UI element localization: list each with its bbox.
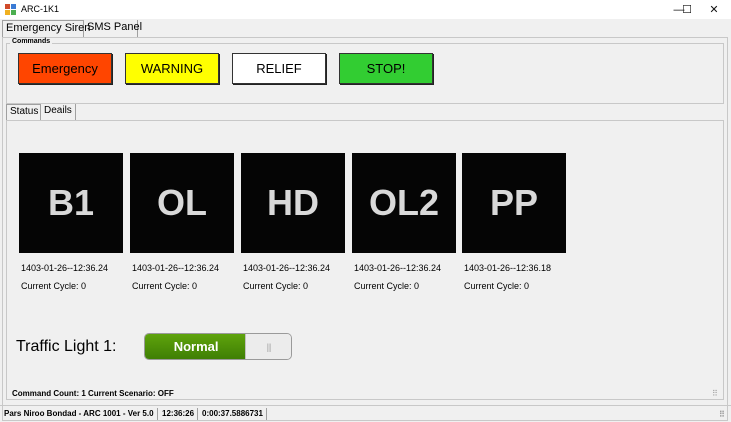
status-clock: 12:36:26 <box>162 409 195 418</box>
status-tile-pp: PP <box>462 153 566 253</box>
status-divider <box>266 408 267 420</box>
tab-details[interactable]: Deails <box>41 104 76 120</box>
traffic-light-state: Normal <box>145 334 248 359</box>
tile-timestamp: 1403-01-26--12:36.24 <box>21 263 109 273</box>
panel-resize-grip-icon[interactable]: ⠿ <box>712 389 718 398</box>
tile-code: PP <box>489 182 539 223</box>
relief-button[interactable]: RELIEF <box>232 53 326 84</box>
stop-button[interactable]: STOP! <box>339 53 433 84</box>
emergency-button[interactable]: Emergency <box>18 53 112 84</box>
tab-emergency-siren[interactable]: Emergency Siren <box>2 20 90 37</box>
status-app-info: Pars Niroo Bondad - ARC 1001 - Ver 5.0 <box>4 409 154 418</box>
title-bar: ARC-1K1 — ☐ ✕ <box>0 0 731 19</box>
traffic-light-label: Traffic Light 1: <box>16 338 117 355</box>
tile-cycle: Current Cycle: 0 <box>464 281 530 291</box>
status-elapsed: 0:00:37.5886731 <box>202 409 263 418</box>
status-divider <box>157 408 158 420</box>
tile-cycle: Current Cycle: 0 <box>354 281 420 291</box>
emergency-button-label: Emergency <box>32 61 98 76</box>
tile-cycle: Current Cycle: 0 <box>21 281 87 291</box>
close-button[interactable]: ✕ <box>697 0 731 19</box>
warning-button-label: WARNING <box>140 61 204 76</box>
tab-label: Status <box>10 106 39 117</box>
warning-button[interactable]: WARNING <box>125 53 219 84</box>
maximize-icon: ☐ <box>682 4 692 16</box>
traffic-light-state-label: Normal <box>173 339 219 354</box>
relief-button-label: RELIEF <box>256 61 302 76</box>
tile-timestamp: 1403-01-26--12:36.24 <box>354 263 442 273</box>
tile-code: OL <box>157 182 207 223</box>
status-bar: Pars Niroo Bondad - ARC 1001 - Ver 5.0 1… <box>0 405 731 422</box>
traffic-light-toggle[interactable]: Normal ||| <box>144 333 292 360</box>
status-tile-b1: B1 <box>19 153 123 253</box>
commands-group-label: Commands <box>10 38 53 45</box>
status-tile-hd: HD <box>241 153 345 253</box>
tab-label: Deails <box>44 105 72 116</box>
tile-code: OL2 <box>368 182 439 223</box>
tile-timestamp: 1403-01-26--12:36.24 <box>243 263 331 273</box>
tab-label: Emergency Siren <box>6 22 91 34</box>
tile-cycle: Current Cycle: 0 <box>243 281 309 291</box>
status-tile-ol: OL <box>130 153 234 253</box>
tile-code: HD <box>267 182 319 223</box>
command-info: Command Count: 1 Current Scenario: OFF <box>12 389 174 398</box>
tab-status[interactable]: Status <box>6 104 41 120</box>
status-divider <box>197 408 198 420</box>
tab-label: SMS Panel <box>87 21 143 33</box>
grip-icon: ||| <box>266 341 271 352</box>
window-resize-grip-icon[interactable]: ⠿ <box>719 410 725 419</box>
toggle-knob[interactable]: ||| <box>245 334 291 359</box>
tile-cycle: Current Cycle: 0 <box>132 281 198 291</box>
tile-code: B1 <box>47 182 95 223</box>
close-icon: ✕ <box>709 4 719 16</box>
window-title: ARC-1K1 <box>21 4 60 14</box>
status-tile-ol2: OL2 <box>352 153 456 253</box>
tab-sms-panel[interactable]: SMS Panel <box>84 20 142 37</box>
app-icon <box>5 4 16 15</box>
stop-button-label: STOP! <box>366 61 406 76</box>
tile-timestamp: 1403-01-26--12:36.18 <box>464 263 552 273</box>
tile-timestamp: 1403-01-26--12:36.24 <box>132 263 220 273</box>
